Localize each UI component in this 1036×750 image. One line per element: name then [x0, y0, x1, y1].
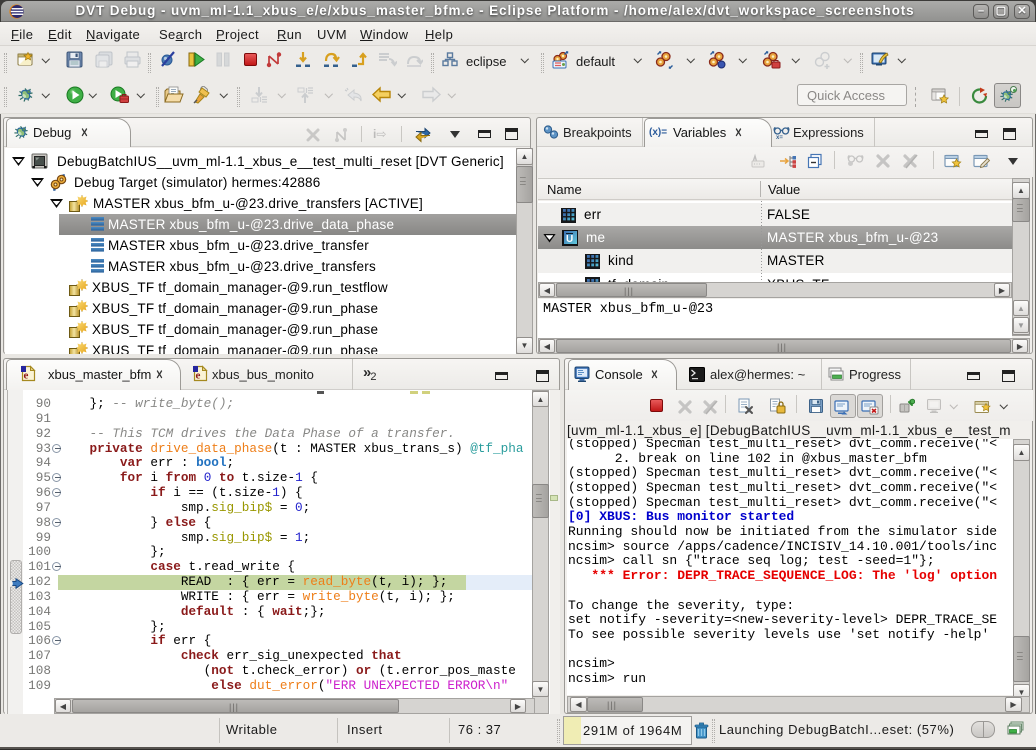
svg-text:e: e [24, 370, 29, 382]
svg-text:x=: x= [776, 135, 783, 140]
svg-text:e: e [196, 370, 201, 382]
